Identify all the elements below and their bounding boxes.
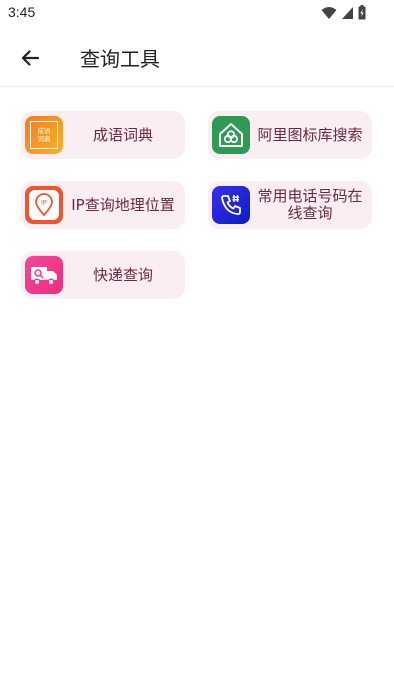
tool-label: 成语词典	[92, 125, 153, 144]
tool-item-alibaba-icon-library[interactable]: 阿里图标库搜索	[208, 111, 372, 159]
tool-item-ip-location[interactable]: IP IP查询地理位置	[21, 181, 185, 229]
idiom-dictionary-icon: 成语词典	[25, 116, 63, 154]
back-button[interactable]	[14, 42, 46, 74]
status-icons	[321, 5, 366, 20]
app-bar: 查询工具	[0, 28, 394, 87]
phone-lookup-icon	[212, 186, 250, 224]
tool-label: 阿里图标库搜索	[257, 125, 363, 144]
battery-icon	[358, 5, 366, 20]
tool-item-idiom-dictionary[interactable]: 成语词典 成语词典	[21, 111, 185, 159]
tool-label: IP查询地理位置	[71, 195, 175, 214]
page-title: 查询工具	[80, 47, 160, 71]
wifi-icon	[321, 6, 337, 19]
ip-location-icon: IP	[25, 186, 63, 224]
tool-item-phone-lookup[interactable]: 常用电话号码在线查询	[208, 181, 372, 229]
tool-label: 常用电话号码在线查询	[257, 187, 363, 222]
tool-item-express-delivery[interactable]: 快递查询	[21, 251, 185, 299]
ip-icon-text: IP	[41, 201, 47, 207]
arrow-back-icon	[21, 50, 40, 66]
idiom-dictionary-icon-text: 成语词典	[37, 127, 51, 143]
alibaba-icon-library-icon	[212, 116, 250, 154]
tool-label: 快递查询	[92, 265, 153, 284]
status-bar: 3:45	[0, 0, 394, 28]
status-time: 3:45	[8, 4, 36, 20]
cellular-signal-icon	[342, 6, 353, 19]
express-delivery-icon	[25, 256, 63, 294]
